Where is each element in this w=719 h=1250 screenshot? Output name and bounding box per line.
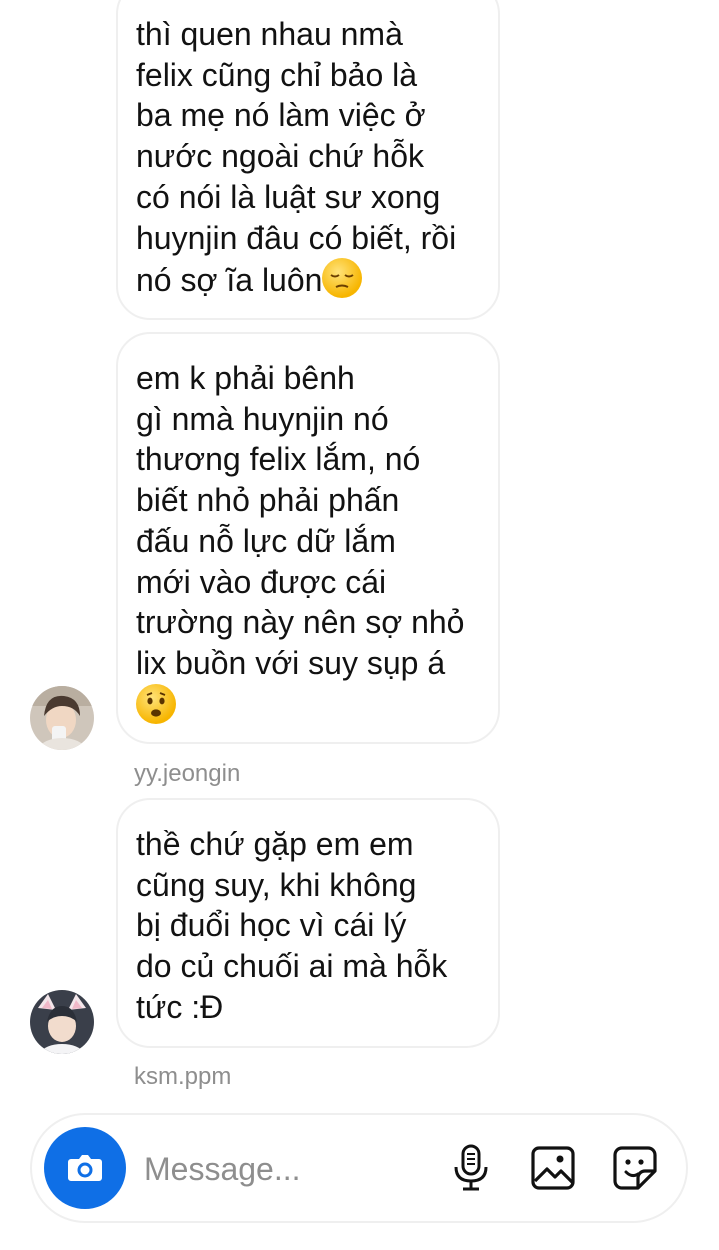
message-bubble[interactable]: em k phải bênh gì nmà huynjin nó thương … xyxy=(116,332,500,744)
camera-button[interactable] xyxy=(44,1127,126,1209)
message-line: thì quen nhau nmà xyxy=(136,16,403,52)
message-line: huynjin đâu có biết, rồi xyxy=(136,219,457,256)
sticker-button[interactable] xyxy=(610,1143,660,1193)
message-line: do củ chuối ai mà hỗk xyxy=(136,948,448,985)
message-line: mới vào được cái xyxy=(136,563,387,600)
message-composer xyxy=(30,1113,688,1223)
message-line: có nói là luật sư xong xyxy=(136,178,441,215)
message-line: nó sợ ĩa luôn xyxy=(136,258,476,301)
message-line: thề chứ gặp em em xyxy=(136,826,414,862)
message-line: nước ngoài chứ hỗk xyxy=(136,138,424,175)
message-line xyxy=(136,683,476,727)
microphone-icon xyxy=(454,1144,488,1191)
message-bubble[interactable]: thì quen nhau nmà felix cũng chỉ bảo là … xyxy=(116,0,500,320)
message-line: đấu nỗ lực dữ lắm xyxy=(136,522,396,559)
message-bubble[interactable]: thề chứ gặp em em cũng suy, khi không bị… xyxy=(116,798,500,1048)
message-line: thương felix lắm, nó xyxy=(136,441,421,478)
message-line: em k phải bênh xyxy=(136,360,355,396)
message-line-text: nó sợ ĩa luôn xyxy=(136,262,323,299)
message-line: lix buồn với suy sụp á xyxy=(136,644,446,681)
message-line: ba mẹ nó làm việc ở xyxy=(136,97,426,134)
pensive-face-icon xyxy=(322,258,363,299)
gallery-button[interactable] xyxy=(528,1143,578,1193)
sender-name: yy.jeongin xyxy=(134,760,241,787)
message-line: gì nmà huynjin nó xyxy=(136,400,389,437)
message-line: biết nhỏ phải phấn xyxy=(136,482,400,519)
sticker-icon xyxy=(613,1146,657,1190)
message-line: bị đuổi học vì cái lý xyxy=(136,907,407,944)
message-line: trường này nên sợ nhỏ xyxy=(136,604,465,641)
camera-icon xyxy=(68,1155,102,1181)
avatar[interactable] xyxy=(30,686,94,750)
avatar[interactable] xyxy=(30,990,94,1054)
sender-name: ksm.ppm xyxy=(134,1063,232,1090)
message-line: cũng suy, khi không xyxy=(136,866,417,903)
gallery-icon xyxy=(531,1146,575,1190)
message-line: felix cũng chỉ bảo là xyxy=(136,56,418,93)
frowning-face-icon xyxy=(136,683,176,724)
message-line: tức :Đ xyxy=(136,988,224,1025)
microphone-button[interactable] xyxy=(446,1143,496,1193)
message-input[interactable] xyxy=(144,1145,434,1193)
